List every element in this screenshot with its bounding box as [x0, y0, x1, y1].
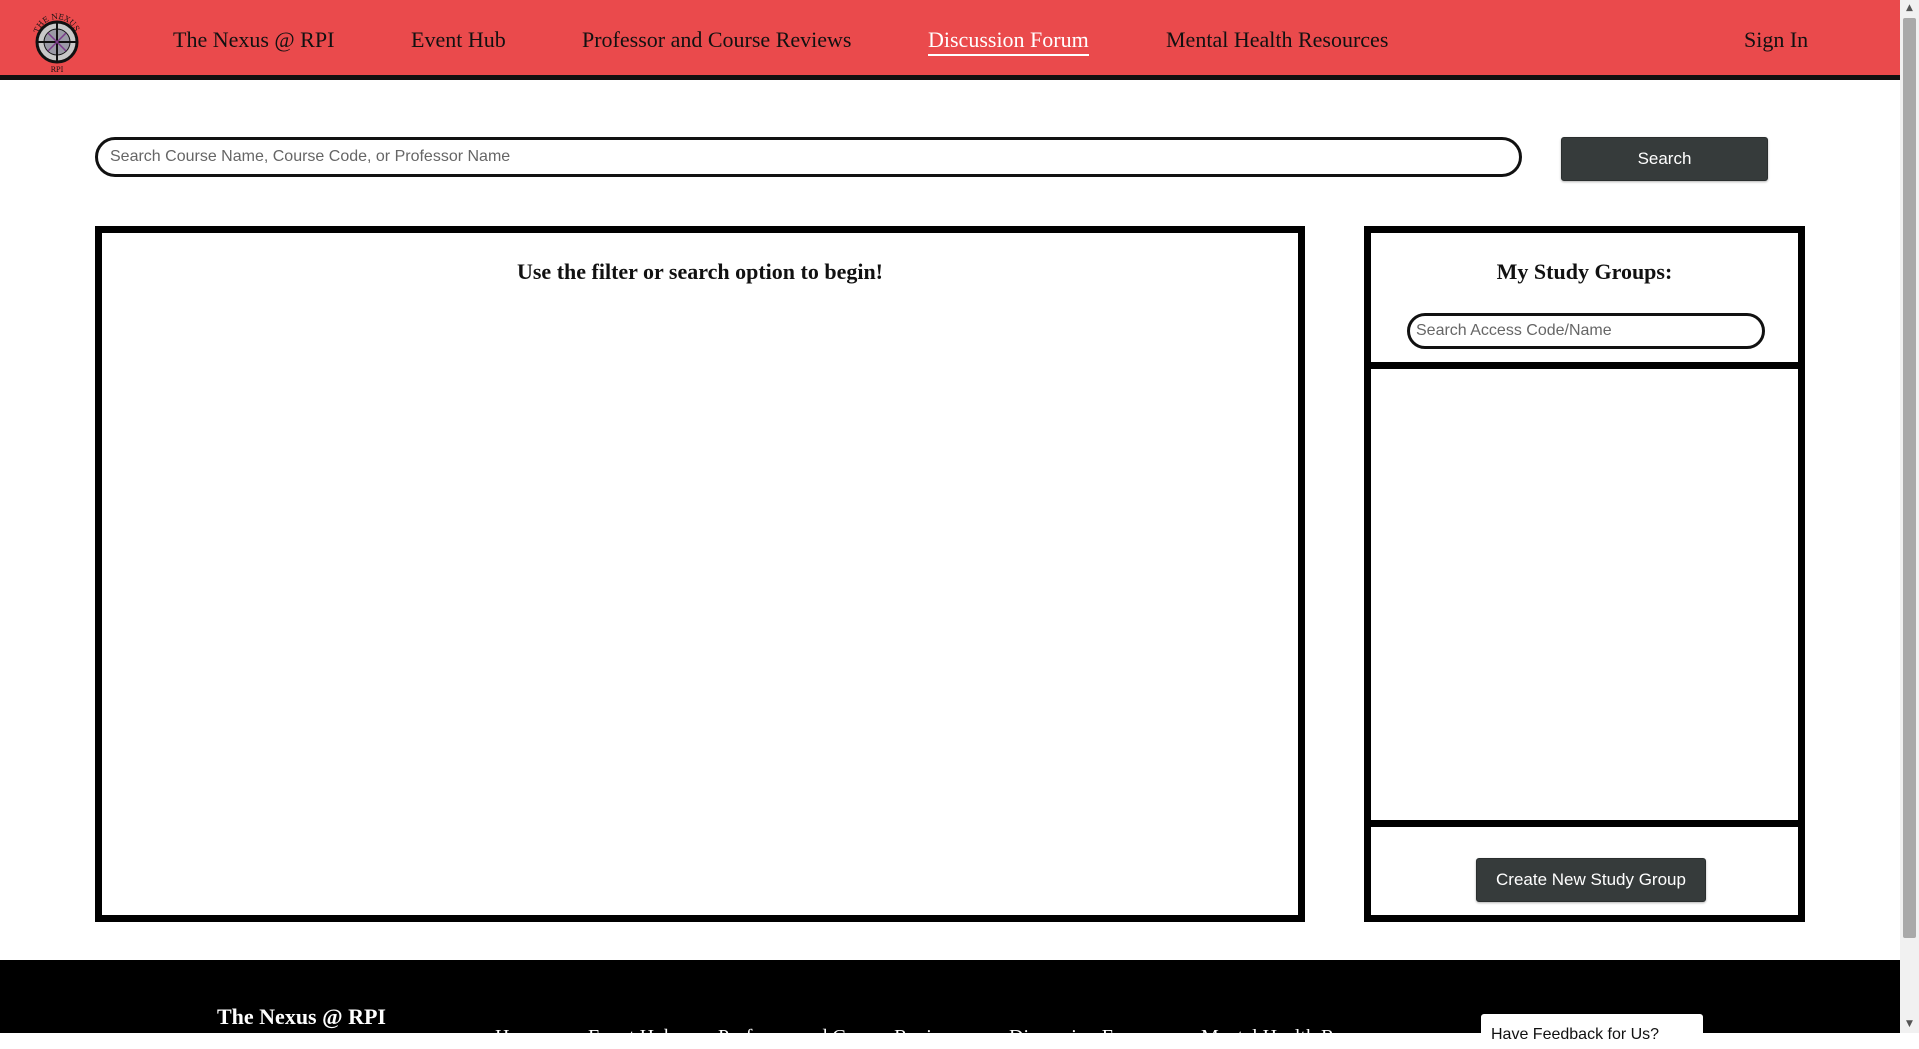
study-groups-panel: My Study Groups: Create New Study Group — [1364, 226, 1805, 922]
course-search-input[interactable] — [95, 137, 1522, 177]
scroll-up-icon[interactable]: ▲ — [1900, 0, 1919, 17]
footer-link-discussion-forum[interactable]: Discussion Forum — [1009, 1026, 1155, 1049]
study-groups-header: My Study Groups: — [1371, 233, 1798, 369]
nav-link-reviews[interactable]: Professor and Course Reviews — [582, 26, 851, 54]
create-study-group-button[interactable]: Create New Study Group — [1476, 858, 1706, 902]
footer-brand: The Nexus @ RPI — [217, 1004, 386, 1029]
scroll-thumb[interactable] — [1903, 18, 1916, 938]
nav-link-mental-health[interactable]: Mental Health Resources — [1166, 26, 1388, 54]
nexus-logo-icon[interactable]: THE NEXUS RPI — [30, 8, 84, 74]
sign-in-link[interactable]: Sign In — [1744, 26, 1808, 54]
page-scrollbar[interactable]: ▲ ▼ — [1900, 0, 1919, 1033]
svg-text:RPI: RPI — [51, 66, 64, 74]
footer-link-mental-health[interactable]: Mental Health Resources — [1201, 1026, 1403, 1049]
study-group-search-input[interactable] — [1407, 313, 1765, 349]
top-nav: THE NEXUS RPI The Nexus @ RPI Event Hub … — [0, 0, 1900, 80]
forum-results-panel: Use the filter or search option to begin… — [95, 226, 1305, 922]
footer-link-event-hub[interactable]: Event Hub — [588, 1026, 674, 1049]
study-groups-list — [1371, 369, 1798, 827]
nav-link-discussion-forum[interactable]: Discussion Forum — [928, 26, 1089, 56]
footer-link-reviews[interactable]: Professor and Course Reviews — [718, 1026, 963, 1049]
empty-state-message: Use the filter or search option to begin… — [516, 259, 884, 284]
nav-link-event-hub[interactable]: Event Hub — [411, 26, 506, 54]
footer: The Nexus @ RPI Home Event Hub Professor… — [0, 960, 1900, 1048]
search-button[interactable]: Search — [1561, 137, 1768, 181]
study-groups-title: My Study Groups: — [1496, 259, 1673, 284]
footer-link-home[interactable]: Home — [495, 1026, 544, 1049]
nav-link-home[interactable]: The Nexus @ RPI — [173, 26, 334, 54]
feedback-button[interactable]: Have Feedback for Us? — [1481, 1014, 1703, 1044]
scroll-down-icon[interactable]: ▼ — [1900, 1016, 1919, 1033]
